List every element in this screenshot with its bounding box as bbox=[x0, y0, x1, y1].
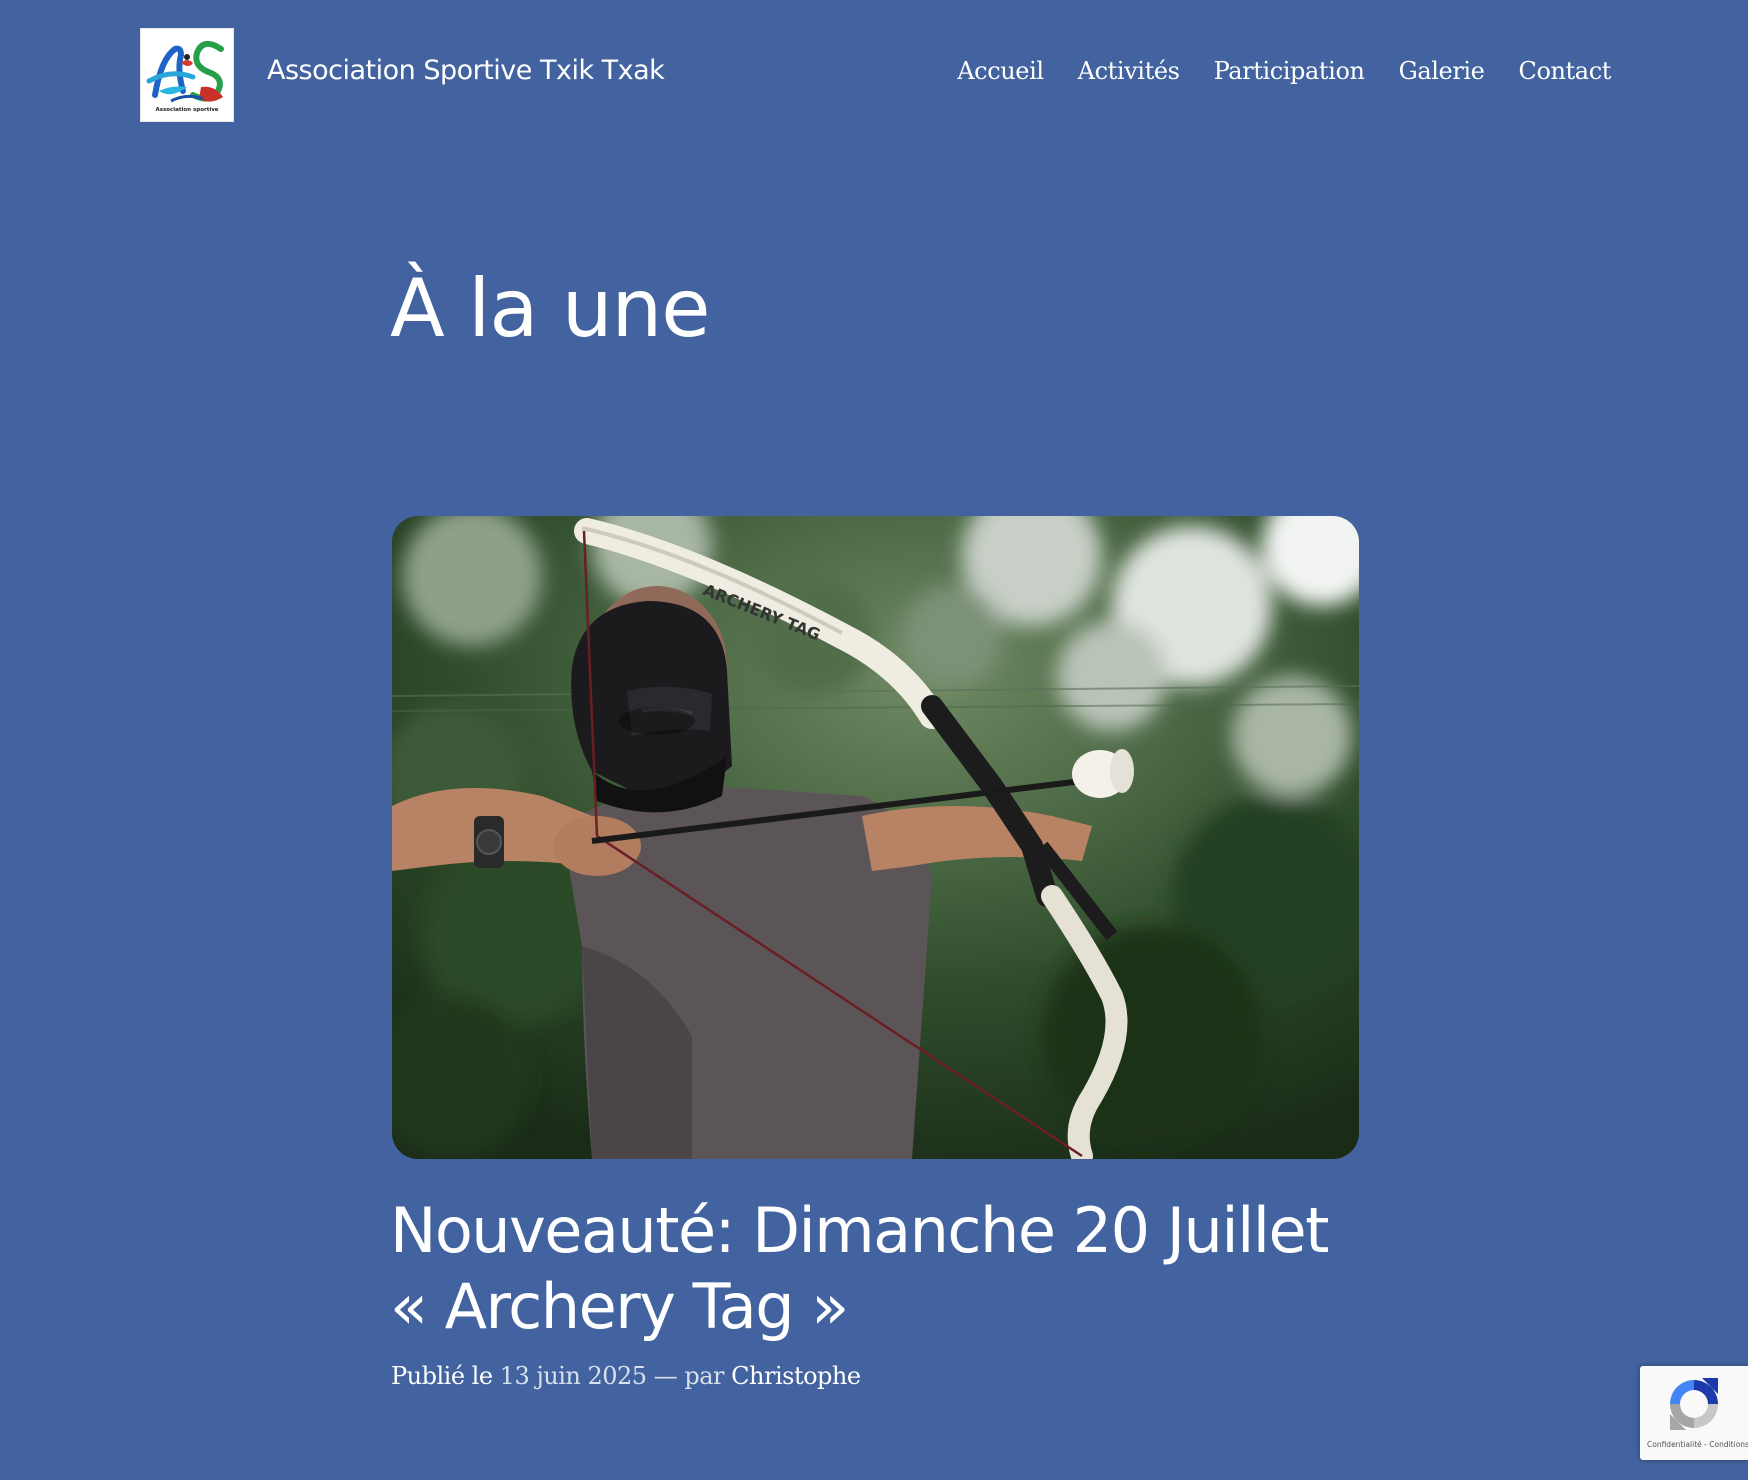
post-author[interactable]: Christophe bbox=[731, 1362, 861, 1390]
nav-galerie[interactable]: Galerie bbox=[1399, 57, 1485, 85]
post-title[interactable]: Nouveauté: Dimanche 20 Juillet « Archery… bbox=[390, 1193, 1350, 1345]
logo-caption: Association sportive bbox=[155, 107, 219, 113]
recaptcha-badge[interactable]: Confidentialité - Conditions bbox=[1640, 1366, 1748, 1460]
published-label: Publié le bbox=[391, 1362, 493, 1390]
post-meta: Publié le 13 juin 2025 — par Christophe bbox=[391, 1362, 861, 1390]
page-heading: À la une bbox=[390, 262, 710, 355]
post-title-line-1[interactable]: Nouveauté: Dimanche 20 Juillet bbox=[390, 1194, 1329, 1267]
site-logo[interactable]: Association sportive bbox=[140, 28, 234, 122]
recaptcha-terms[interactable]: Confidentialité - Conditions bbox=[1647, 1440, 1748, 1449]
site-header: Association sportive Association Sportiv… bbox=[0, 0, 1748, 150]
featured-post-image[interactable]: ARCHERY TAG bbox=[392, 516, 1359, 1159]
nav-activites[interactable]: Activités bbox=[1078, 57, 1180, 85]
post-title-line-2[interactable]: « Archery Tag » bbox=[390, 1270, 849, 1343]
main-nav: Accueil Activités Participation Galerie … bbox=[957, 57, 1611, 85]
nav-contact[interactable]: Contact bbox=[1518, 57, 1611, 85]
site-title[interactable]: Association Sportive Txik Txak bbox=[267, 55, 665, 86]
nav-participation[interactable]: Participation bbox=[1214, 57, 1365, 85]
by-label: par bbox=[684, 1362, 725, 1390]
post-date[interactable]: 13 juin 2025 bbox=[500, 1362, 647, 1390]
archery-photo: ARCHERY TAG bbox=[392, 516, 1359, 1159]
meta-separator: — bbox=[653, 1362, 678, 1390]
recaptcha-icon bbox=[1670, 1378, 1718, 1430]
nav-accueil[interactable]: Accueil bbox=[957, 57, 1044, 85]
